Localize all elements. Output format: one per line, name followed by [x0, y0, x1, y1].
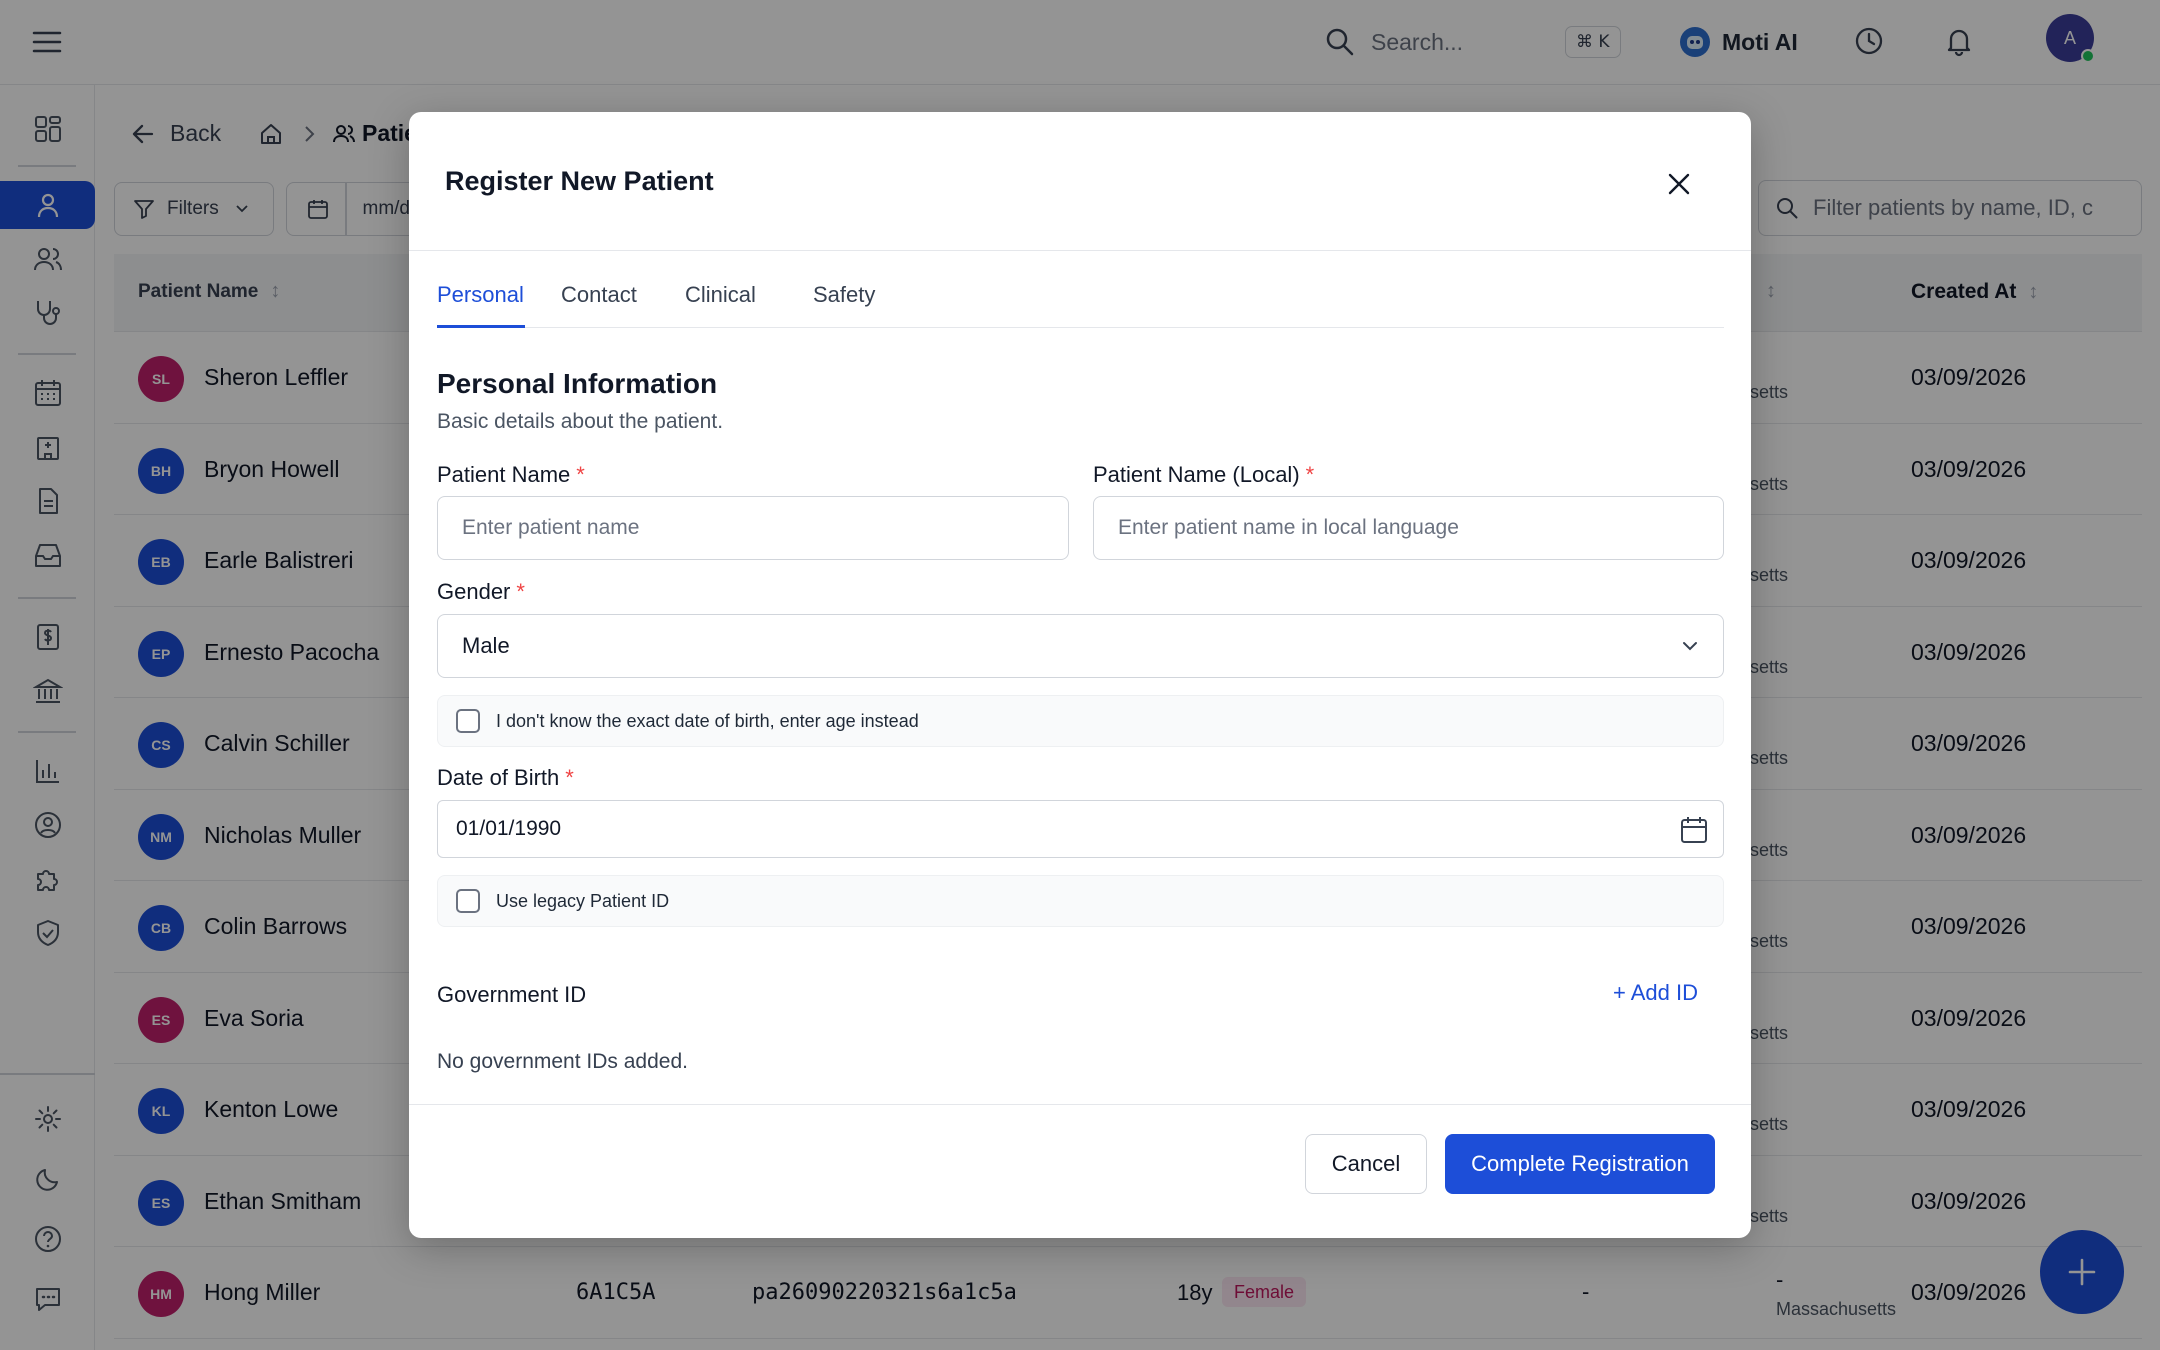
- dob-label: Date of Birth *: [437, 765, 574, 791]
- gender-label: Gender *: [437, 579, 525, 605]
- government-id-empty: No government IDs added.: [437, 1050, 688, 1073]
- legacy-id-checkbox[interactable]: [456, 889, 480, 913]
- calendar-icon[interactable]: [1679, 815, 1709, 845]
- gender-value: Male: [462, 633, 510, 658]
- patient-name-input[interactable]: [437, 496, 1069, 560]
- tab-personal[interactable]: Personal: [437, 282, 525, 328]
- patient-name-local-label: Patient Name (Local) *: [1093, 462, 1314, 488]
- section-title: Personal Information: [437, 368, 718, 399]
- register-patient-dialog: Register New Patient Personal Contact Cl…: [409, 112, 1751, 1238]
- dob-input[interactable]: 01/01/1990: [437, 800, 1724, 858]
- required-mark: *: [516, 579, 525, 604]
- cancel-button[interactable]: Cancel: [1305, 1134, 1427, 1194]
- dialog-tabs: Personal Contact Clinical Safety: [437, 282, 1724, 328]
- tab-clinical[interactable]: Clinical: [685, 282, 756, 328]
- label-text: Date of Birth: [437, 765, 560, 790]
- label-text: Patient Name: [437, 462, 571, 487]
- gender-select[interactable]: Male: [437, 614, 1724, 678]
- label-text: Patient Name (Local): [1093, 462, 1300, 487]
- complete-registration-button[interactable]: Complete Registration: [1445, 1134, 1715, 1194]
- dialog-footer: Cancel Complete Registration: [409, 1104, 1751, 1238]
- chevron-down-icon: [1683, 642, 1697, 651]
- required-mark: *: [576, 462, 585, 487]
- section-subtitle: Basic details about the patient.: [437, 410, 724, 433]
- tab-safety[interactable]: Safety: [813, 282, 875, 328]
- add-id-button[interactable]: + Add ID: [1613, 980, 1698, 1006]
- dob-value: 01/01/1990: [456, 817, 562, 840]
- patient-name-label: Patient Name *: [437, 462, 585, 488]
- label-text: Gender: [437, 579, 511, 604]
- required-mark: *: [565, 765, 574, 790]
- dialog-title: Register New Patient: [445, 166, 714, 196]
- government-id-title: Government ID: [437, 982, 587, 1007]
- close-icon[interactable]: [1659, 164, 1699, 204]
- age-instead-checkbox-row[interactable]: I don't know the exact date of birth, en…: [437, 695, 1724, 747]
- age-instead-label: I don't know the exact date of birth, en…: [496, 710, 919, 731]
- dialog-header: Register New Patient: [409, 112, 1751, 251]
- patient-name-local-input[interactable]: [1093, 496, 1724, 560]
- age-instead-checkbox[interactable]: [456, 709, 480, 733]
- tab-contact[interactable]: Contact: [561, 282, 637, 328]
- required-mark: *: [1305, 462, 1315, 487]
- legacy-id-label: Use legacy Patient ID: [496, 890, 670, 911]
- legacy-id-checkbox-row[interactable]: Use legacy Patient ID: [437, 875, 1724, 927]
